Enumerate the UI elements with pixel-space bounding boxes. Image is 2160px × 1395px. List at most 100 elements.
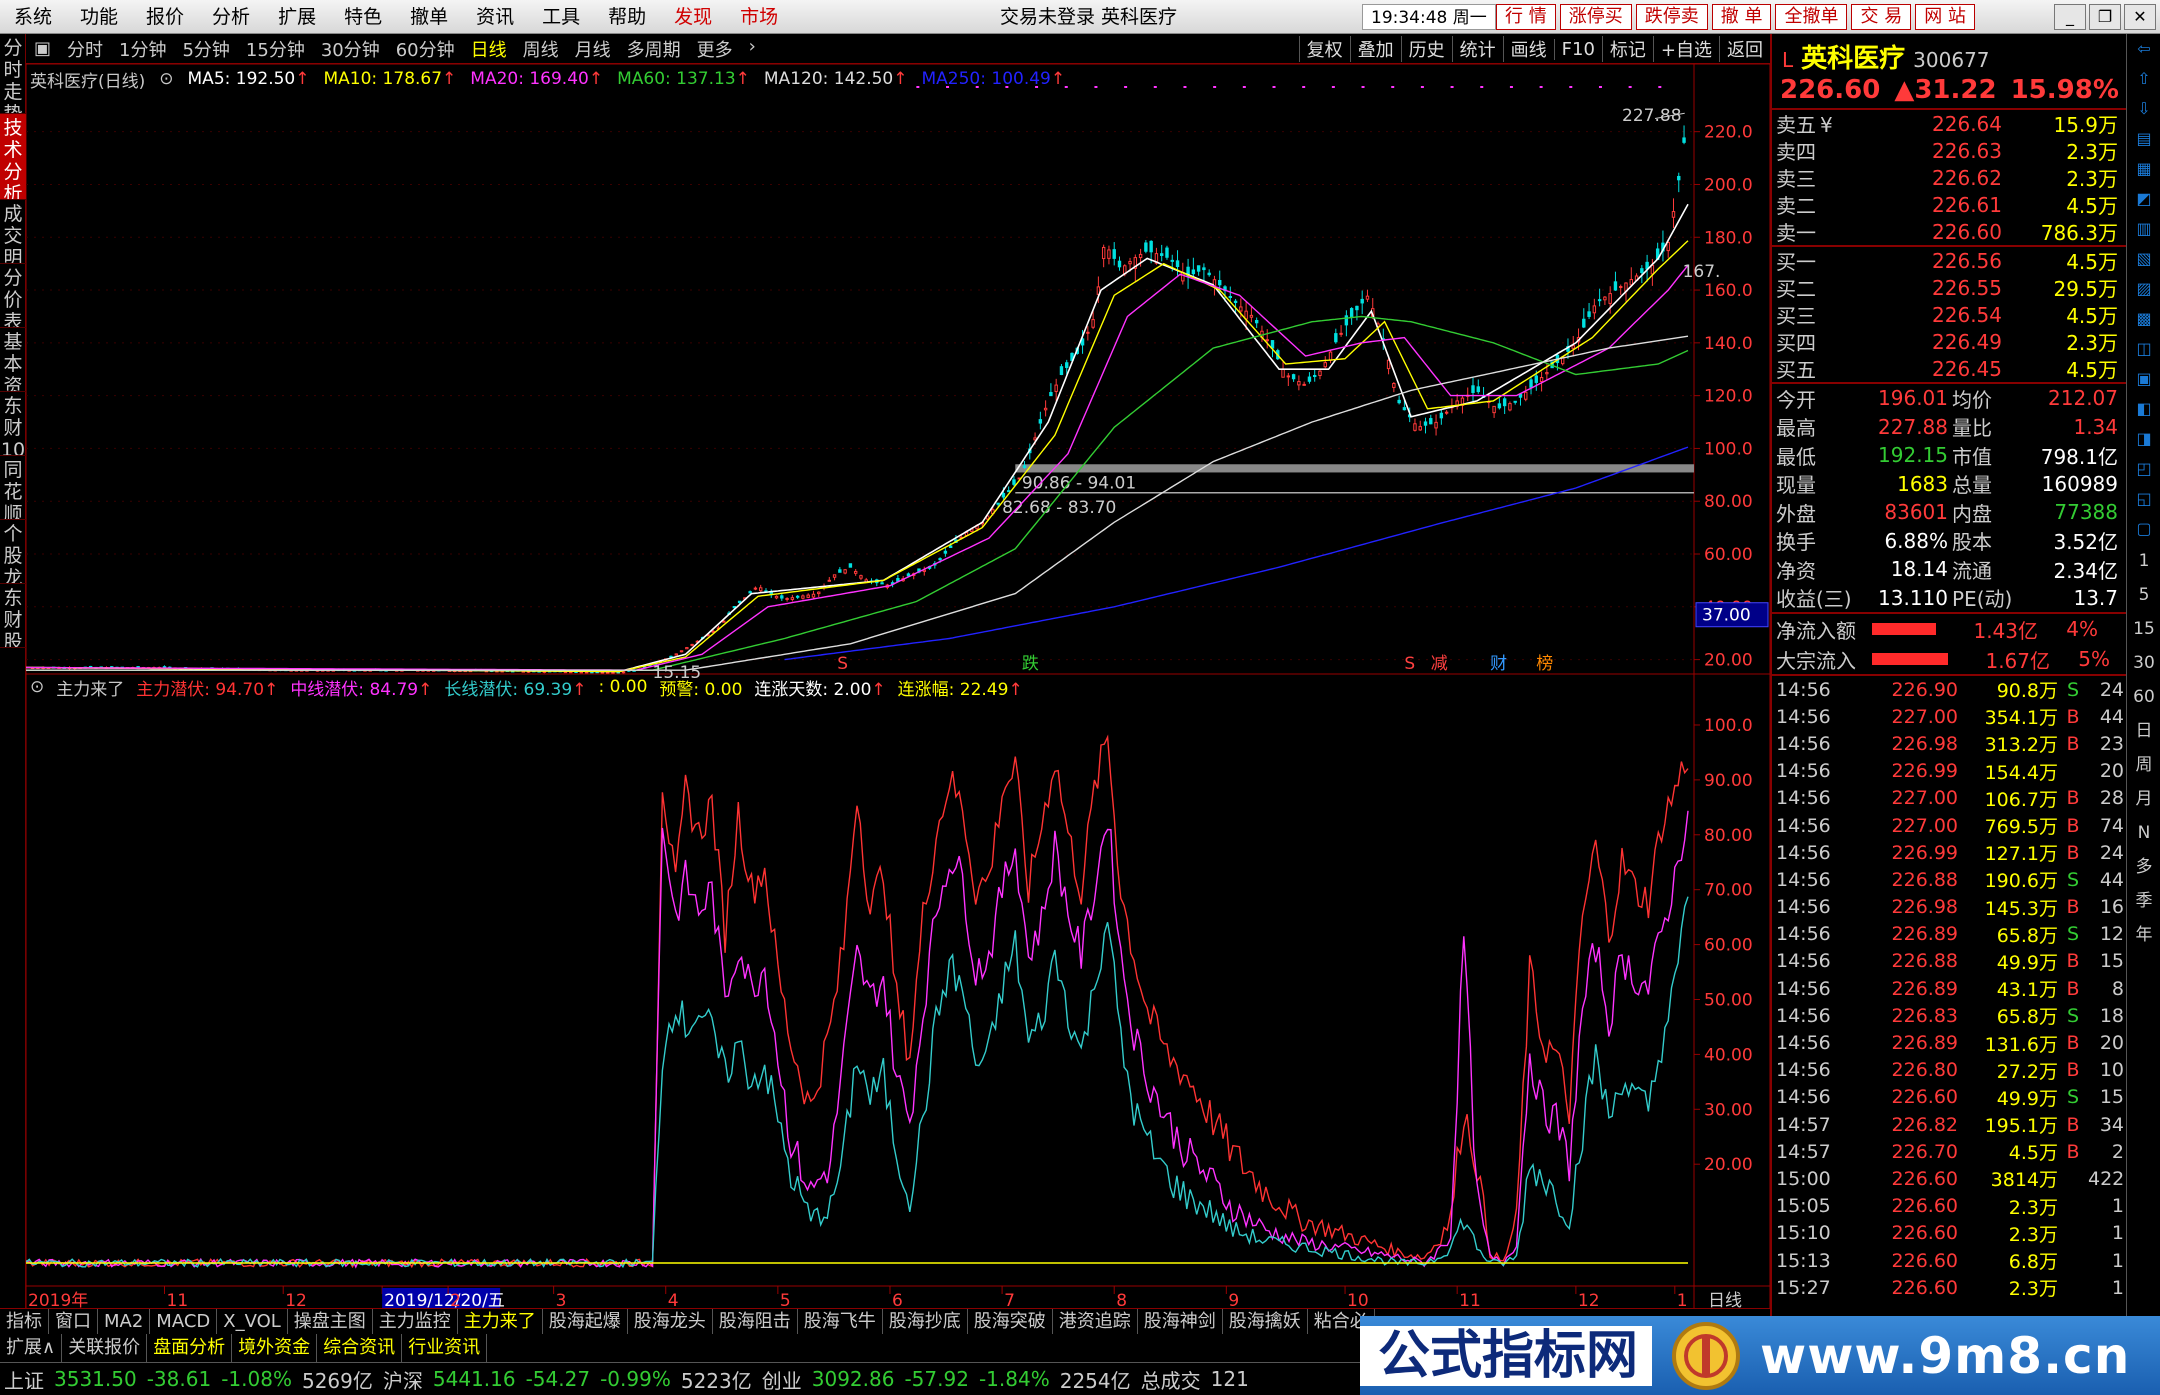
sub-tab-3[interactable]: 境外资金	[232, 1334, 318, 1362]
tick-row[interactable]: 14:56 226.88 49.9万 B 15	[1772, 948, 2126, 975]
indicator-tab-2[interactable]: MA2	[98, 1309, 151, 1334]
top-button-2[interactable]: 跌停卖	[1635, 4, 1708, 30]
period-shortcut-7[interactable]: 月	[2127, 782, 2160, 816]
left-tab-7[interactable]: 个股龙虎	[0, 520, 26, 584]
sub-tab-2[interactable]: 盘面分析	[147, 1334, 233, 1362]
menu-item-5[interactable]: 特色	[330, 0, 396, 34]
tool-icon-9[interactable]: ▩	[2127, 304, 2160, 334]
event-mark-3[interactable]: 减	[1431, 654, 1448, 674]
menu-item-3[interactable]: 分析	[198, 0, 264, 34]
tool-icon-2[interactable]: ⇩	[2127, 94, 2160, 124]
toolbar-button-7[interactable]: +自选	[1652, 36, 1719, 62]
menu-item-4[interactable]: 扩展	[264, 0, 330, 34]
menu-item-10[interactable]: 发现	[660, 0, 726, 34]
indicator-tab-14[interactable]: 港资追踪	[1053, 1309, 1138, 1334]
tick-row[interactable]: 14:56 226.80 27.2万 B 10	[1772, 1057, 2126, 1084]
tick-row[interactable]: 14:57 226.70 4.5万 B 2	[1772, 1138, 2126, 1165]
indicator-tab-12[interactable]: 股海抄底	[883, 1309, 968, 1334]
indicator-tab-0[interactable]: 指标	[0, 1309, 49, 1334]
toolbar-button-5[interactable]: F10	[1553, 38, 1602, 60]
period-tab-10[interactable]: 更多	[689, 36, 741, 62]
tool-icon-8[interactable]: ▨	[2127, 274, 2160, 304]
top-button-1[interactable]: 涨停买	[1559, 4, 1632, 30]
tick-row[interactable]: 14:56 227.00 769.5万 B 74	[1772, 812, 2126, 839]
menu-item-0[interactable]: 系统	[0, 0, 66, 34]
tick-row[interactable]: 14:56 226.98 313.2万 B 23	[1772, 730, 2126, 757]
tool-icon-7[interactable]: ▧	[2127, 244, 2160, 274]
event-mark-0[interactable]: S	[837, 654, 848, 674]
left-tab-1[interactable]: 技术分析	[0, 114, 26, 200]
top-button-3[interactable]: 撤 单	[1711, 4, 1772, 30]
close-icon[interactable]: ✕	[2124, 4, 2156, 30]
event-mark-2[interactable]: S	[1404, 654, 1415, 674]
tick-row[interactable]: 14:56 227.00 354.1万 B 44	[1772, 703, 2126, 730]
period-shortcut-5[interactable]: 日	[2127, 714, 2160, 748]
tool-icon-11[interactable]: ▣	[2127, 364, 2160, 394]
tool-icon-5[interactable]: ◩	[2127, 184, 2160, 214]
more-chevron-icon[interactable]: ›	[741, 36, 764, 62]
indicator-tab-16[interactable]: 股海擒妖	[1223, 1309, 1308, 1334]
tick-row[interactable]: 14:56 226.90 90.8万 S 24	[1772, 676, 2126, 703]
toolbar-button-0[interactable]: 复权	[1298, 36, 1350, 62]
indicator-tab-6[interactable]: 主力监控	[373, 1309, 458, 1334]
minimize-icon[interactable]: _	[2054, 4, 2086, 30]
tick-list[interactable]: 14:56 226.90 90.8万 S 24 14:56 227.00 354.1万 B 44 1…	[1772, 676, 2126, 1301]
indicator-tab-10[interactable]: 股海阻击	[713, 1309, 798, 1334]
indicator-tab-15[interactable]: 股海神剑	[1138, 1309, 1223, 1334]
indicator-tab-13[interactable]: 股海突破	[968, 1309, 1053, 1334]
legend-settings-icon[interactable]: ⊙	[159, 69, 173, 89]
tool-icon-6[interactable]: ▥	[2127, 214, 2160, 244]
menu-item-7[interactable]: 资讯	[462, 0, 528, 34]
menu-item-11[interactable]: 市场	[726, 0, 792, 34]
tick-row[interactable]: 14:56 226.89 65.8万 S 12	[1772, 921, 2126, 948]
sub-tab-1[interactable]: 关联报价	[62, 1334, 148, 1362]
period-shortcut-2[interactable]: 15	[2127, 612, 2160, 646]
tick-row[interactable]: 15:13 226.60 6.8万 1	[1772, 1247, 2126, 1274]
period-tab-7[interactable]: 周线	[515, 36, 567, 62]
period-tab-5[interactable]: 60分钟	[388, 36, 463, 62]
tool-icon-15[interactable]: ◱	[2127, 484, 2160, 514]
tick-row[interactable]: 14:56 226.98 145.3万 B 16	[1772, 894, 2126, 921]
period-shortcut-10[interactable]: 季	[2127, 884, 2160, 918]
indicator-tab-5[interactable]: 操盘主图	[288, 1309, 373, 1334]
top-button-5[interactable]: 交 易	[1851, 4, 1912, 30]
tick-row[interactable]: 14:57 226.82 195.1万 B 34	[1772, 1111, 2126, 1138]
toolbar-button-6[interactable]: 标记	[1601, 36, 1653, 62]
left-tab-8[interactable]: 东财股吧	[0, 584, 26, 648]
indicator-tab-7[interactable]: 主力来了	[458, 1309, 543, 1334]
top-button-6[interactable]: 网 站	[1915, 4, 1975, 30]
indicator-tab-8[interactable]: 股海起爆	[543, 1309, 628, 1334]
indicator-tab-4[interactable]: X_VOL	[217, 1309, 288, 1334]
toolbar-button-4[interactable]: 画线	[1502, 36, 1554, 62]
panel-toggle-icon[interactable]: ▣	[26, 38, 59, 59]
tool-icon-13[interactable]: ◨	[2127, 424, 2160, 454]
tick-row[interactable]: 14:56 226.60 49.9万 S 15	[1772, 1084, 2126, 1111]
tick-row[interactable]: 14:56 226.99 154.4万 20	[1772, 758, 2126, 785]
sub-tab-0[interactable]: 扩展∧	[0, 1334, 63, 1362]
tick-row[interactable]: 14:56 226.89 43.1万 B 8	[1772, 975, 2126, 1002]
left-tab-4[interactable]: 基本资料	[0, 328, 26, 392]
toolbar-button-2[interactable]: 历史	[1400, 36, 1452, 62]
left-tab-3[interactable]: 分价表	[0, 264, 26, 328]
indicator-tab-3[interactable]: MACD	[150, 1309, 218, 1334]
period-shortcut-0[interactable]: 1	[2127, 544, 2160, 578]
tool-icon-3[interactable]: ▤	[2127, 124, 2160, 154]
event-mark-5[interactable]: 榜	[1536, 654, 1553, 674]
tool-icon-4[interactable]: ▦	[2127, 154, 2160, 184]
indicator-tab-1[interactable]: 窗口	[49, 1309, 98, 1334]
period-shortcut-3[interactable]: 30	[2127, 646, 2160, 680]
tool-icon-10[interactable]: ◫	[2127, 334, 2160, 364]
period-tab-9[interactable]: 多周期	[619, 36, 689, 62]
period-shortcut-8[interactable]: N	[2127, 816, 2160, 850]
left-tab-5[interactable]: 东财10	[0, 392, 26, 456]
menu-item-8[interactable]: 工具	[528, 0, 594, 34]
left-tab-0[interactable]: 分时走势	[0, 34, 26, 114]
indicator-tab-9[interactable]: 股海龙头	[628, 1309, 713, 1334]
toolbar-button-3[interactable]: 统计	[1451, 36, 1503, 62]
left-tab-2[interactable]: 成交明细	[0, 200, 26, 264]
tool-icon-12[interactable]: ◧	[2127, 394, 2160, 424]
menu-item-6[interactable]: 撤单	[396, 0, 462, 34]
period-shortcut-11[interactable]: 年	[2127, 918, 2160, 952]
tick-row[interactable]: 15:05 226.60 2.3万 1	[1772, 1193, 2126, 1220]
tick-row[interactable]: 14:56 226.99 127.1万 B 24	[1772, 839, 2126, 866]
